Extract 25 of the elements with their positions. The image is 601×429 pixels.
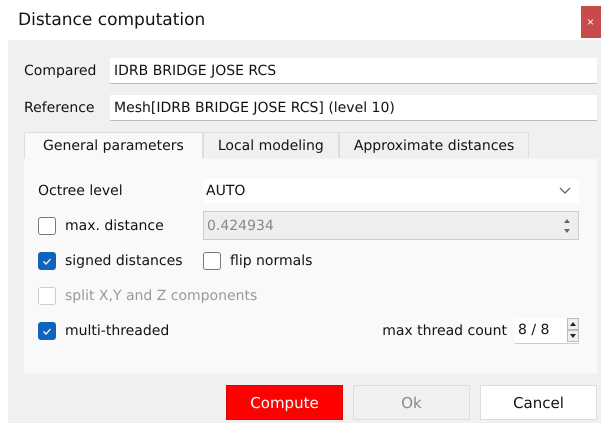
checkbox[interactable]	[38, 252, 56, 270]
thread-spinbox[interactable]: 8 / 8	[515, 318, 579, 344]
dialog-button[interactable]: Cancel	[480, 385, 597, 420]
checkbox-label: multi-threaded	[65, 322, 170, 338]
input-field[interactable]: IDRB BRIDGE JOSE RCS	[110, 58, 597, 84]
tab[interactable]: Approximate distances	[338, 132, 530, 158]
checkbox-label: max. distance	[65, 218, 164, 234]
chevron-down-icon	[559, 186, 571, 194]
checkbox-label: flip normals	[230, 252, 312, 268]
tab[interactable]: Local modeling	[202, 132, 339, 158]
octree-dropdown[interactable]: AUTO	[203, 178, 579, 202]
tab[interactable]: General parameters	[24, 132, 203, 159]
checkbox[interactable]	[203, 252, 221, 270]
window-title: Distance computation	[18, 10, 206, 30]
checkbox[interactable]	[38, 322, 56, 340]
field-label: Compared	[24, 63, 98, 79]
dialog-button[interactable]: Compute	[226, 385, 343, 420]
input-field[interactable]: Mesh[IDRB BRIDGE JOSE RCS] (level 10)	[110, 95, 597, 121]
spin-arrows-icon	[567, 318, 579, 342]
option-label: max thread count	[382, 322, 507, 338]
close-button[interactable]: ×	[581, 6, 601, 38]
checkbox-label: split X,Y and Z components	[65, 288, 258, 304]
field-label: Reference	[24, 100, 96, 116]
checkbox-label: signed distances	[65, 252, 183, 268]
option-label: Octree level	[38, 182, 124, 198]
